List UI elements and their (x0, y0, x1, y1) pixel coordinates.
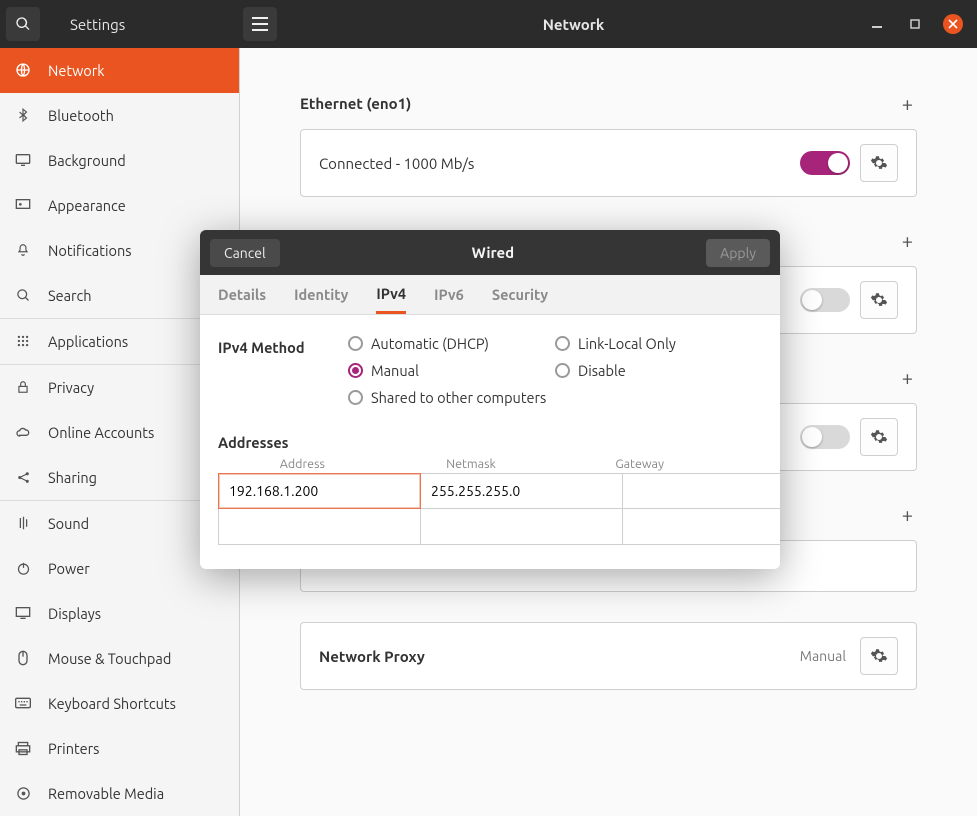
tab-ipv6[interactable]: IPv6 (434, 275, 464, 314)
address-row (218, 473, 762, 509)
wired-modal: Cancel Wired Apply Details Identity IPv4 IP… (200, 230, 780, 569)
address-input[interactable] (218, 509, 421, 545)
addresses-label: Addresses (218, 434, 762, 451)
method-manual[interactable]: Manual (348, 362, 555, 379)
modal-title: Wired (280, 244, 706, 261)
method-disable[interactable]: Disable (555, 362, 762, 379)
modal-overlay: Cancel Wired Apply Details Identity IPv4 IP… (0, 0, 977, 816)
gateway-input[interactable] (623, 509, 780, 545)
address-input[interactable] (218, 473, 421, 509)
apply-button[interactable]: Apply (706, 239, 770, 267)
netmask-input[interactable] (421, 473, 623, 509)
addresses-table (218, 473, 762, 545)
address-row (218, 509, 762, 545)
tab-details[interactable]: Details (218, 275, 266, 314)
col-netmask: Netmask (387, 457, 556, 471)
method-auto[interactable]: Automatic (DHCP) (348, 335, 555, 352)
col-gateway: Gateway (555, 457, 724, 471)
tab-security[interactable]: Security (492, 275, 548, 314)
tab-ipv4[interactable]: IPv4 (376, 275, 406, 314)
ipv4-method-label: IPv4 Method (218, 335, 348, 356)
netmask-input[interactable] (421, 509, 623, 545)
tab-identity[interactable]: Identity (294, 275, 348, 314)
cancel-button[interactable]: Cancel (210, 239, 280, 267)
col-address: Address (218, 457, 387, 471)
method-shared[interactable]: Shared to other computers (348, 389, 762, 406)
gateway-input[interactable] (623, 473, 780, 509)
method-linklocal[interactable]: Link-Local Only (555, 335, 762, 352)
modal-tabs: Details Identity IPv4 IPv6 Security (200, 275, 780, 315)
